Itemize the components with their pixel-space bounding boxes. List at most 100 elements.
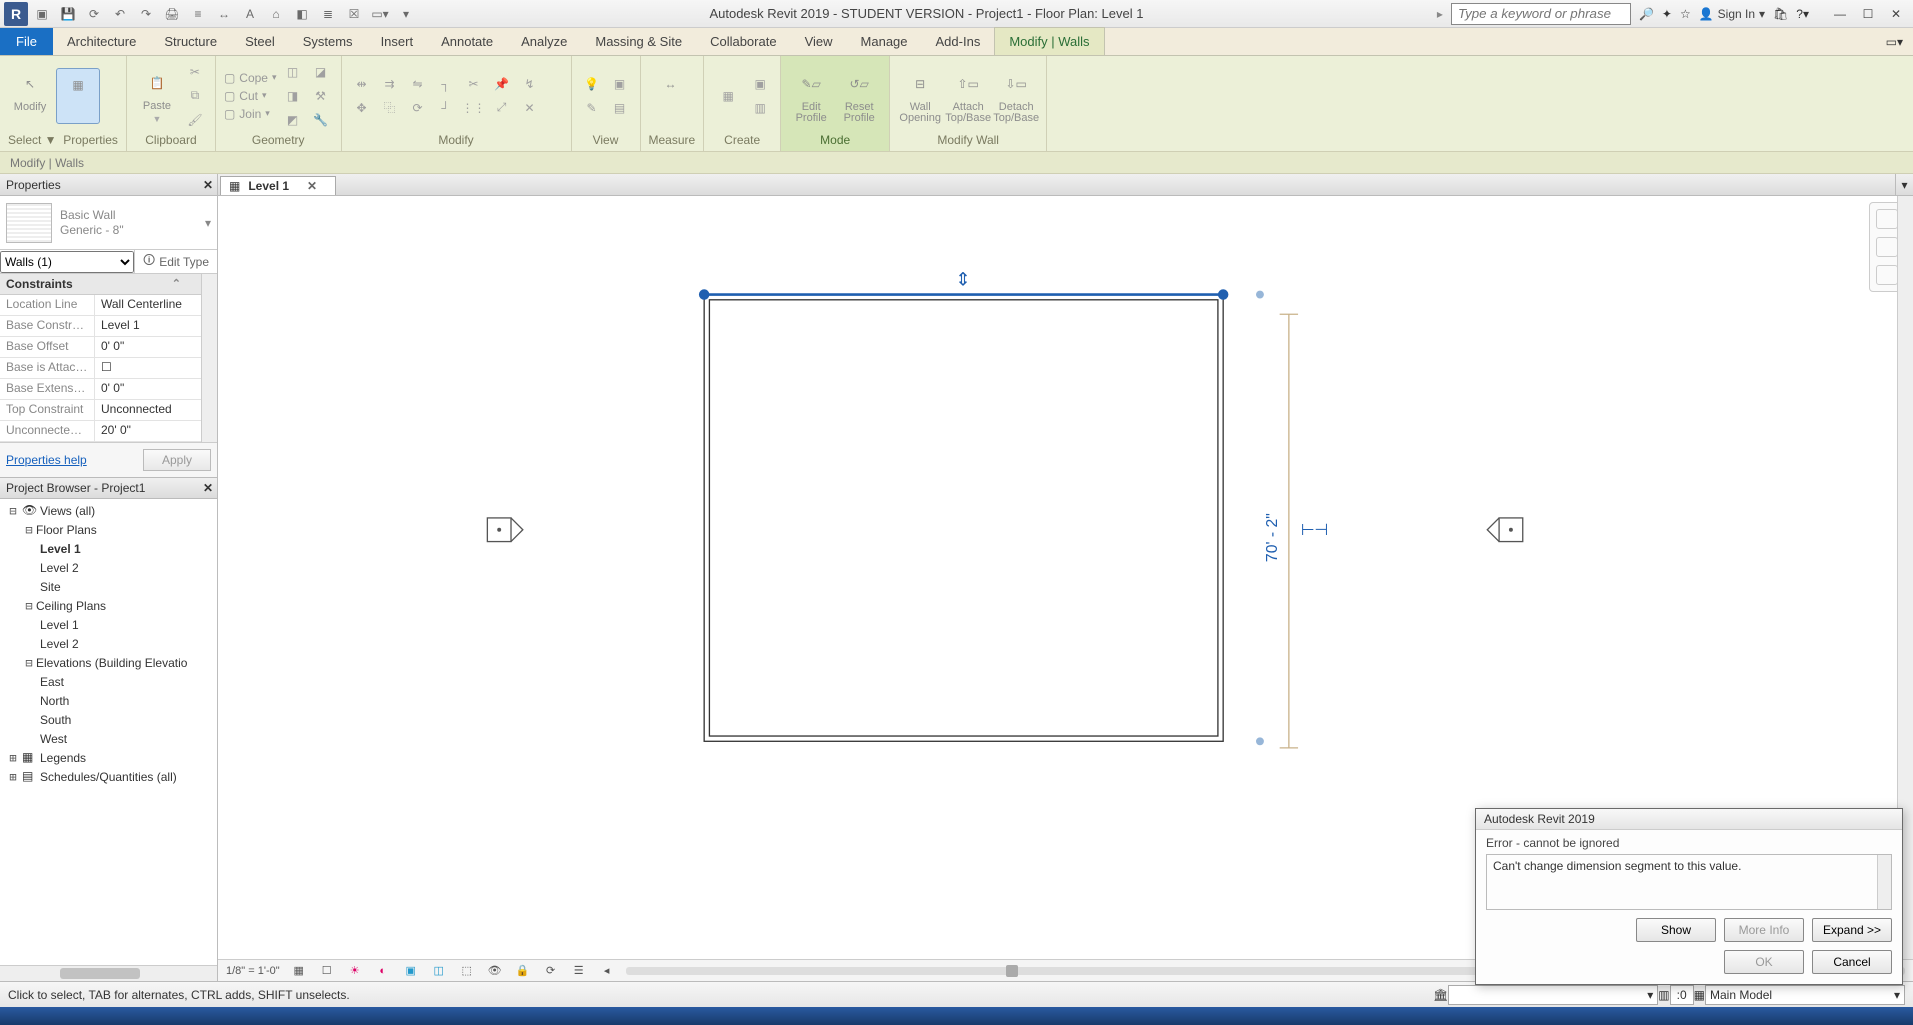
edit-type-button[interactable]: 🛈 Edit Type	[134, 250, 217, 273]
type-selector[interactable]: Basic WallGeneric - 8" ▾	[0, 196, 217, 250]
sync-icon[interactable]: ⟳	[84, 4, 104, 24]
tree-schedules[interactable]: Schedules/Quantities (all)	[40, 770, 177, 784]
tab-structure[interactable]: Structure	[150, 28, 231, 55]
properties-scrollbar[interactable]	[201, 274, 217, 442]
delete-icon[interactable]: ✕	[518, 98, 542, 118]
align-icon[interactable]: ⇹	[350, 74, 374, 94]
ribbon-appearance-button[interactable]: ▭▾	[1876, 29, 1913, 55]
tree-site[interactable]: Site	[40, 580, 61, 594]
copy-clip-icon[interactable]: ⧉	[183, 86, 207, 106]
property-value[interactable]: Unconnected	[95, 400, 201, 420]
property-row[interactable]: Base Extensio...0' 0"	[0, 379, 201, 400]
offset-icon[interactable]: ⇉	[378, 74, 402, 94]
tab-manage[interactable]: Manage	[847, 28, 922, 55]
tab-insert[interactable]: Insert	[367, 28, 428, 55]
tab-file[interactable]: File	[0, 28, 53, 55]
tree-floor-plans[interactable]: Floor Plans	[36, 523, 97, 537]
modify-tool[interactable]: ↖Modify	[8, 68, 52, 124]
undo-icon[interactable]: ↶	[110, 4, 130, 24]
dialog-scrollbar[interactable]	[1877, 855, 1891, 909]
dialog-cancel-button[interactable]: Cancel	[1812, 950, 1892, 974]
navcube-pan-icon[interactable]	[1876, 265, 1898, 285]
cut-button[interactable]: ▢Cut▾	[224, 89, 277, 103]
pin-icon[interactable]: 📌	[490, 74, 514, 94]
view-1-icon[interactable]: 💡	[580, 74, 604, 94]
rendering-icon[interactable]: ▣	[402, 962, 420, 980]
apply-button[interactable]: Apply	[143, 449, 211, 471]
editable-only-icon[interactable]: ▥	[1658, 988, 1669, 1002]
navcube-home-icon[interactable]	[1876, 209, 1898, 229]
section-icon[interactable]: ◧	[292, 4, 312, 24]
view-tab-level1[interactable]: ▦ Level 1 ✕	[220, 176, 336, 195]
view-4-icon[interactable]: ▤	[608, 98, 632, 118]
tree-toggle-icon[interactable]: ⊞	[6, 751, 20, 765]
reset-profile-button[interactable]: ↺▱Reset Profile	[837, 68, 881, 124]
tree-east[interactable]: East	[40, 675, 64, 689]
dialog-ok-button[interactable]: OK	[1724, 950, 1804, 974]
3d-icon[interactable]: ⌂	[266, 4, 286, 24]
geom-3-icon[interactable]: ◩	[281, 110, 305, 130]
workset-dropdown[interactable]: ▾	[1448, 985, 1658, 1005]
reveal-icon[interactable]: ☰	[570, 962, 588, 980]
paste-button[interactable]: 📋Paste▼	[135, 68, 179, 124]
help-icon[interactable]: ?▾	[1796, 7, 1809, 21]
geom-4-icon[interactable]: ◪	[309, 62, 333, 82]
save-icon[interactable]: 💾	[58, 4, 78, 24]
redo-icon[interactable]: ↷	[136, 4, 156, 24]
design-options-dropdown[interactable]: Main Model▾	[1705, 985, 1905, 1005]
favorite-icon[interactable]: ☆	[1680, 7, 1691, 21]
split-icon[interactable]: ✂	[462, 74, 486, 94]
close-hidden-icon[interactable]: ☒	[344, 4, 364, 24]
hscroll-left-icon[interactable]: ◂	[598, 962, 616, 980]
minimize-button[interactable]: —	[1827, 3, 1853, 25]
property-value[interactable]: 0' 0"	[95, 337, 201, 357]
tab-analyze[interactable]: Analyze	[507, 28, 581, 55]
shadows-icon[interactable]: ◐	[374, 962, 392, 980]
measure-tool[interactable]: ↔	[649, 68, 693, 124]
extend-icon[interactable]: ┘	[434, 98, 458, 118]
text-icon[interactable]: A	[240, 4, 260, 24]
create-2-icon[interactable]: ▣	[748, 74, 772, 94]
scale-icon[interactable]: ⤢	[490, 98, 514, 118]
tree-toggle-icon[interactable]: ⊞	[6, 770, 20, 784]
geom-6-icon[interactable]: 🔧	[309, 110, 333, 130]
dialog-title[interactable]: Autodesk Revit 2019	[1476, 809, 1902, 830]
wall-opening-button[interactable]: ⊟Wall Opening	[898, 68, 942, 124]
property-row[interactable]: Unconnected ...20' 0"	[0, 421, 201, 442]
tree-toggle-icon[interactable]: ⊟	[22, 523, 36, 537]
search-icon[interactable]: 🔎	[1639, 7, 1654, 21]
rotate-icon[interactable]: ⟳	[406, 98, 430, 118]
tree-south[interactable]: South	[40, 713, 71, 727]
tree-legends[interactable]: Legends	[40, 751, 86, 765]
unpin-icon[interactable]: ↯	[518, 74, 542, 94]
cope-button[interactable]: ▢Cope▾	[224, 71, 277, 85]
create-3-icon[interactable]: ▥	[748, 98, 772, 118]
crop-icon[interactable]: ◫	[430, 962, 448, 980]
thin-lines-icon[interactable]: ≣	[318, 4, 338, 24]
match-icon[interactable]: 🖌	[183, 110, 207, 130]
tree-ceiling-plans[interactable]: Ceiling Plans	[36, 599, 106, 613]
cut-clip-icon[interactable]: ✂	[183, 62, 207, 82]
close-button[interactable]: ✕	[1883, 3, 1909, 25]
detail-level-icon[interactable]: ▦	[290, 962, 308, 980]
open-icon[interactable]: ▣	[32, 4, 52, 24]
search-input[interactable]	[1451, 3, 1631, 25]
tree-level1[interactable]: Level 1	[40, 542, 81, 556]
tree-north[interactable]: North	[40, 694, 69, 708]
tree-cp-level2[interactable]: Level 2	[40, 637, 79, 651]
tree-elev[interactable]: Elevations (Building Elevatio	[36, 656, 187, 670]
copy-icon[interactable]: ⿻	[378, 98, 402, 118]
crop-region-icon[interactable]: ⬚	[458, 962, 476, 980]
properties-header[interactable]: Properties✕	[0, 174, 217, 196]
property-value[interactable]: Wall Centerline	[95, 295, 201, 315]
array-icon[interactable]: ⋮⋮	[462, 98, 486, 118]
measure-icon[interactable]: ≡	[188, 4, 208, 24]
sun-path-icon[interactable]: ☀	[346, 962, 364, 980]
tree-cp-level1[interactable]: Level 1	[40, 618, 79, 632]
tab-annotate[interactable]: Annotate	[427, 28, 507, 55]
switch-windows-icon[interactable]: ▭▾	[370, 4, 390, 24]
maximize-button[interactable]: ☐	[1855, 3, 1881, 25]
trim-icon[interactable]: ┐	[434, 74, 458, 94]
view-tab-close-icon[interactable]: ✕	[307, 179, 317, 193]
property-row[interactable]: Base is Attach...☐	[0, 358, 201, 379]
